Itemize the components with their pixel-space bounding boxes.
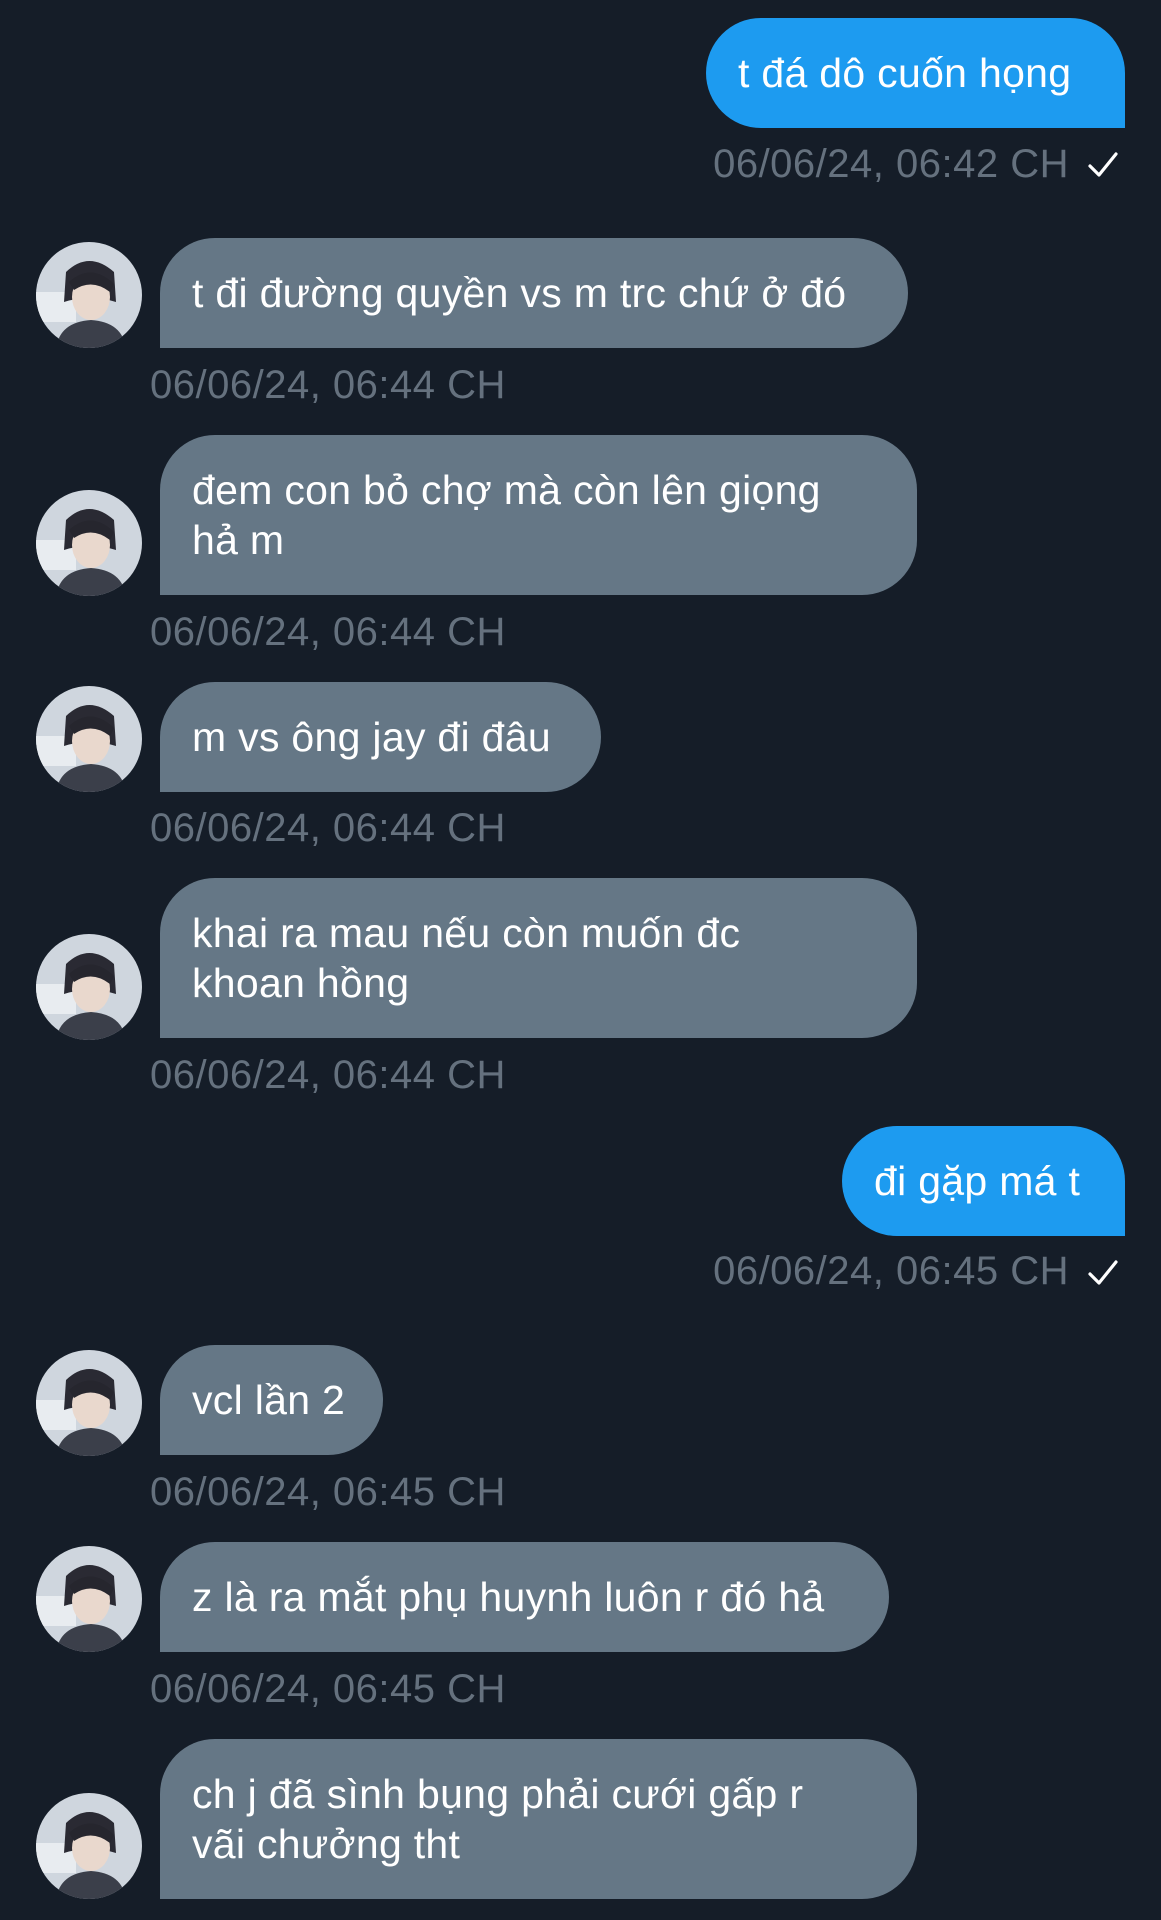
message-text-line: ch j đã sình bụng phải cưới gấp r bbox=[192, 1771, 804, 1817]
incoming-message-bubble[interactable]: z là ra mắt phụ huynh luôn r đó hả bbox=[160, 1542, 889, 1652]
sent-check-icon bbox=[1088, 152, 1118, 177]
message-timestamp: 06/06/24, 06:42 CH bbox=[713, 142, 1069, 186]
user-avatar[interactable] bbox=[36, 490, 142, 596]
sent-check-icon bbox=[1088, 1260, 1118, 1285]
user-avatar[interactable] bbox=[36, 686, 142, 792]
user-avatar[interactable] bbox=[36, 1546, 142, 1652]
message-timestamp: 06/06/24, 06:44 CH bbox=[150, 610, 506, 654]
message-text-line: m vs ông jay đi đâu bbox=[192, 714, 551, 760]
message-timestamp: 06/06/24, 06:44 CH bbox=[150, 363, 506, 407]
incoming-message-bubble[interactable]: m vs ông jay đi đâu bbox=[160, 682, 601, 792]
incoming-message-bubble[interactable]: đem con bỏ chợ mà còn lên giọng hả m bbox=[160, 435, 917, 595]
incoming-message-bubble[interactable]: vcl lần 2 bbox=[160, 1345, 383, 1455]
message-text-line: z là ra mắt phụ huynh luôn r đó hả bbox=[192, 1574, 825, 1620]
message-timestamp: 06/06/24, 06:44 CH bbox=[150, 806, 506, 850]
outgoing-message-bubble[interactable]: đi gặp má t bbox=[842, 1126, 1125, 1236]
message-text-line: hả m bbox=[192, 517, 285, 563]
user-avatar[interactable] bbox=[36, 934, 142, 1040]
message-timestamp: 06/06/24, 06:45 CH bbox=[713, 1249, 1069, 1293]
message-thread[interactable]: t đá dô cuốn họng 06/06/24, 06:42 CH t đ… bbox=[0, 0, 1161, 1920]
user-avatar[interactable] bbox=[36, 242, 142, 348]
user-avatar[interactable] bbox=[36, 1793, 142, 1899]
incoming-message-bubble[interactable]: ch j đã sình bụng phải cưới gấp r vãi ch… bbox=[160, 1739, 917, 1899]
message-text-line: t đi đường quyền vs m trc chứ ở đó bbox=[192, 270, 847, 316]
message-text-line: đem con bỏ chợ mà còn lên giọng bbox=[192, 467, 821, 513]
message-text-line: vcl lần 2 bbox=[192, 1377, 346, 1423]
incoming-message-bubble[interactable]: khai ra mau nếu còn muốn đc khoan hồng bbox=[160, 878, 917, 1038]
message-text-line: t đá dô cuốn họng bbox=[738, 50, 1072, 96]
message-text-line: đi gặp má t bbox=[874, 1158, 1081, 1204]
message-text-line: khoan hồng bbox=[192, 960, 410, 1006]
user-avatar[interactable] bbox=[36, 1350, 142, 1456]
message-text-line: khai ra mau nếu còn muốn đc bbox=[192, 910, 741, 956]
message-timestamp: 06/06/24, 06:45 CH bbox=[150, 1470, 506, 1514]
message-timestamp: 06/06/24, 06:45 CH bbox=[150, 1667, 506, 1711]
message-timestamp: 06/06/24, 06:44 CH bbox=[150, 1053, 506, 1097]
message-text-line: vãi chưởng tht bbox=[192, 1821, 461, 1867]
outgoing-message-bubble[interactable]: t đá dô cuốn họng bbox=[706, 18, 1125, 128]
incoming-message-bubble[interactable]: t đi đường quyền vs m trc chứ ở đó bbox=[160, 238, 908, 348]
